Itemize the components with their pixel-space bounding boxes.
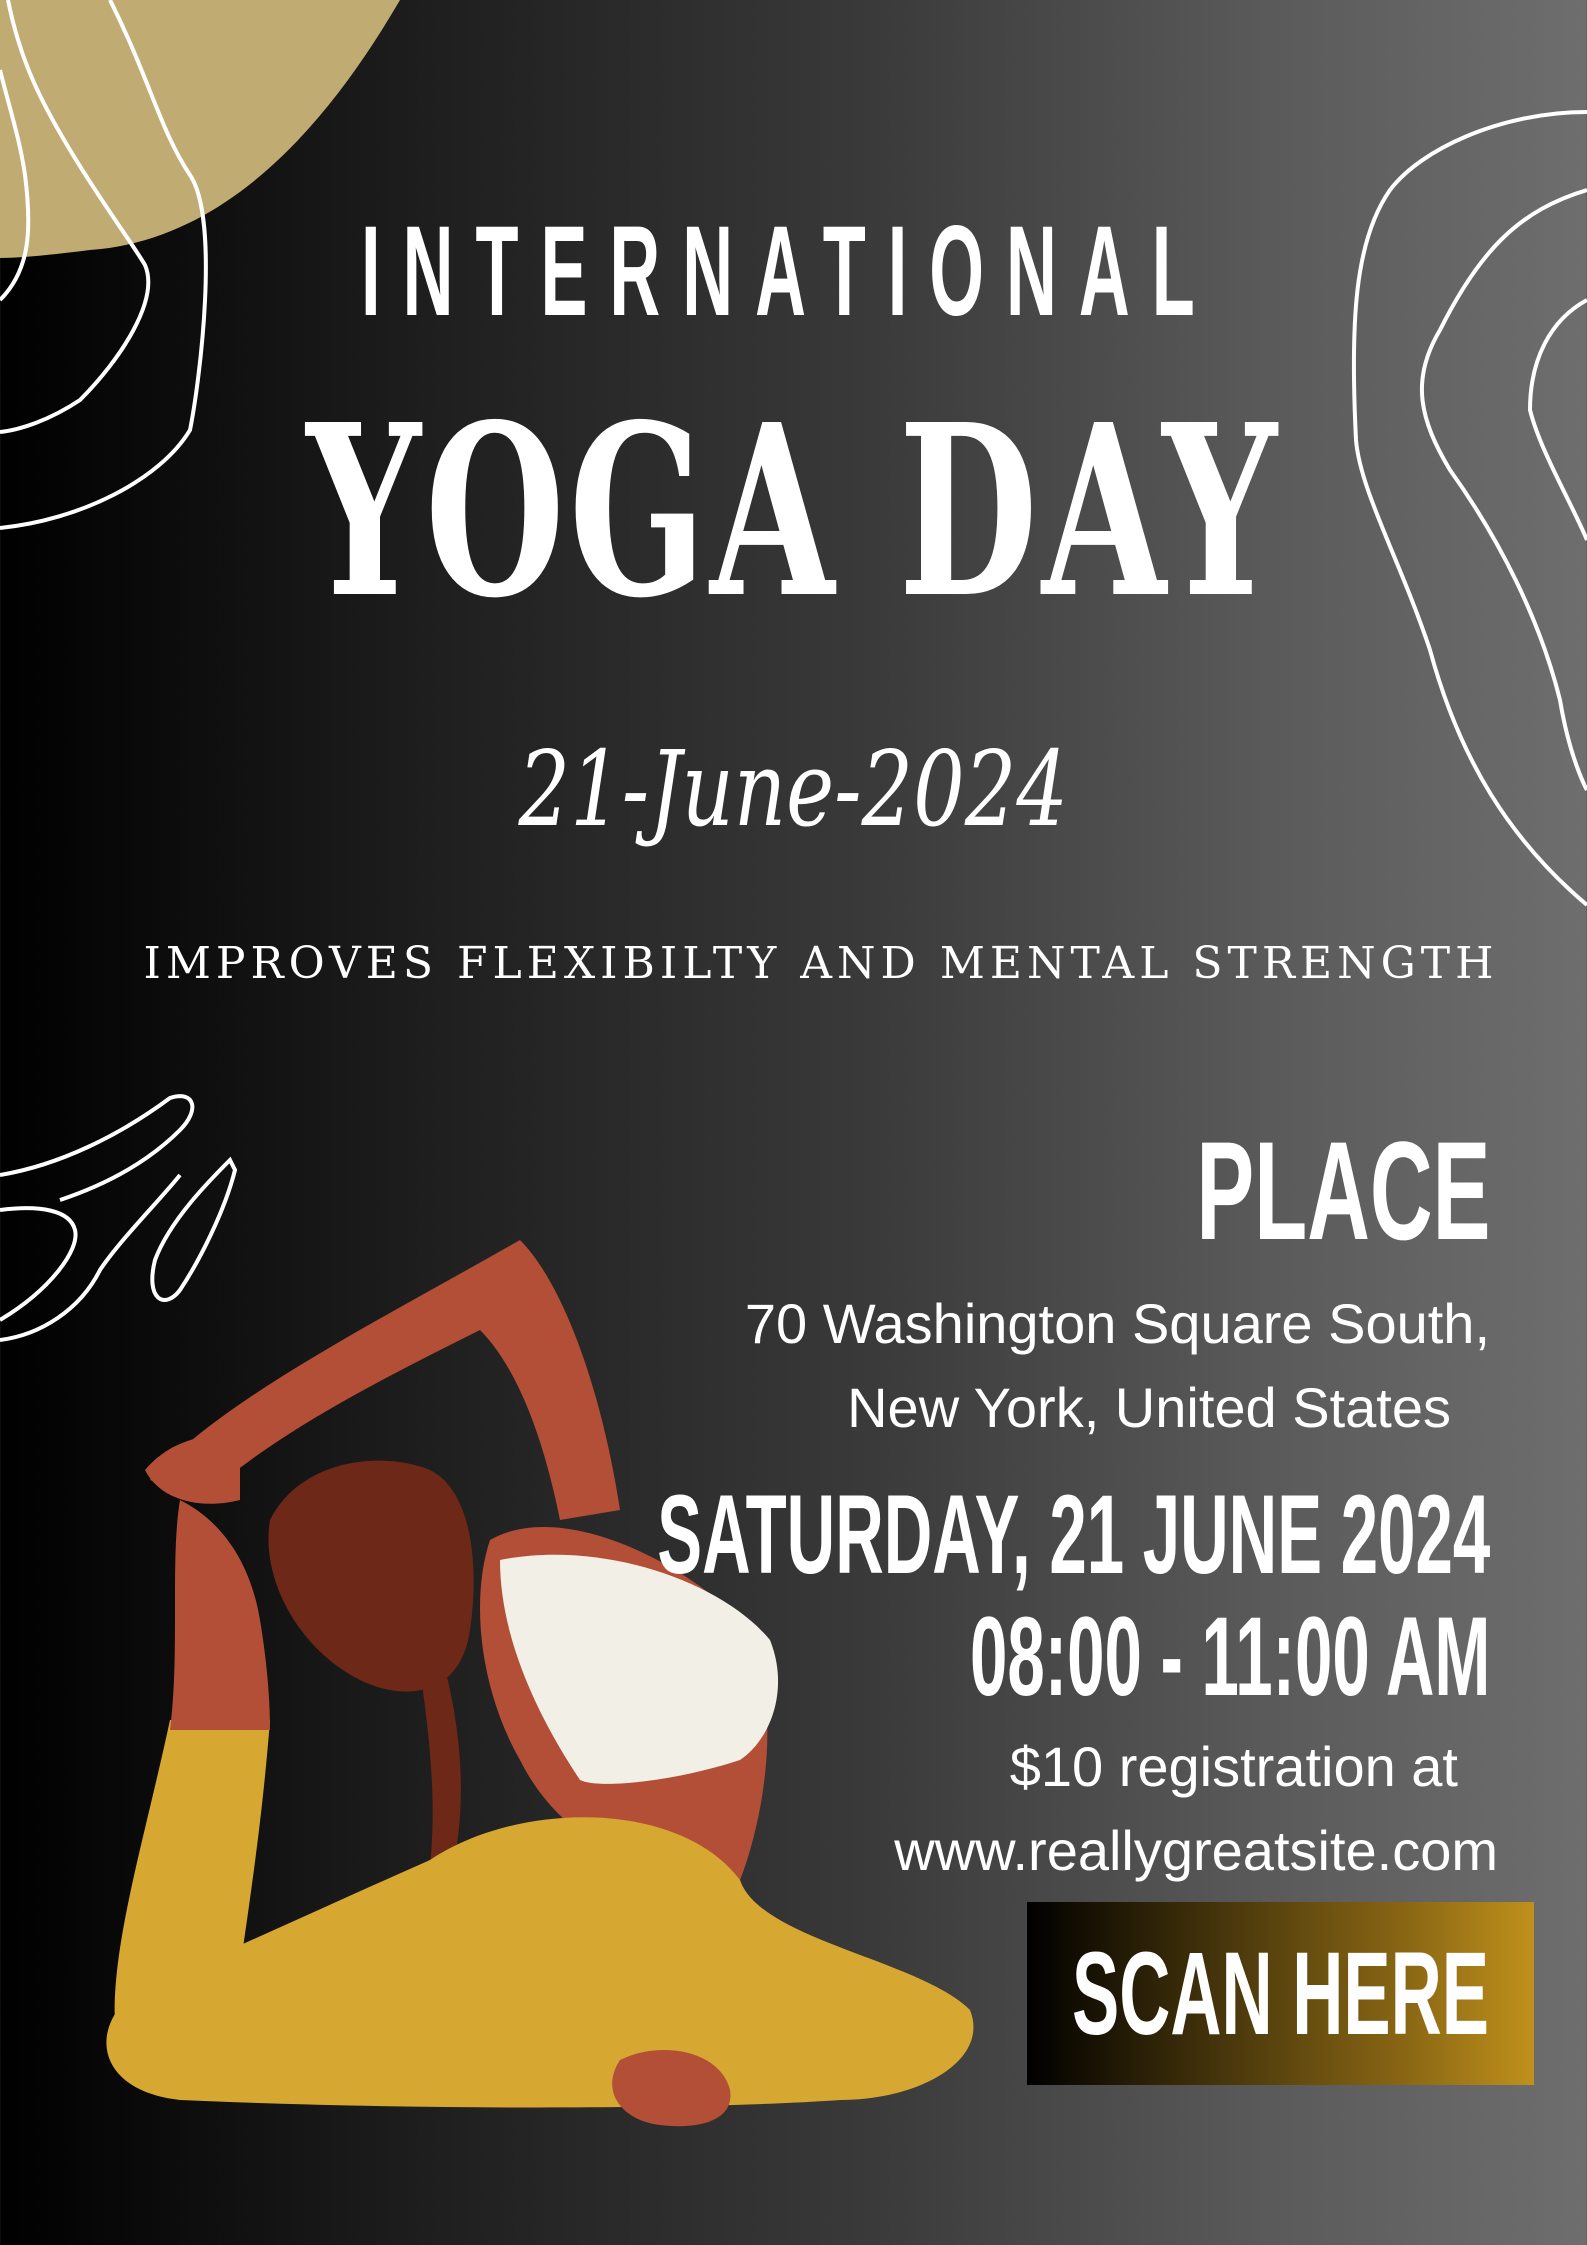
tagline: IMPROVES FLEXIBILTY AND MENTAL STRENGTH <box>143 938 1499 989</box>
registration-price: $10 registration at <box>1009 1735 1458 1798</box>
heading-international: INTERNATIONAL <box>0 198 1587 345</box>
script-date: 21-June-2024 <box>0 728 1587 850</box>
address-line-2: New York, United States <box>847 1376 1451 1439</box>
event-date-text: SATURDAY, 21 JUNE 2024 <box>657 1472 1490 1597</box>
place-label-text: PLACE <box>1195 1112 1490 1269</box>
scan-here-button[interactable]: SCAN HERE <box>1027 1902 1534 2085</box>
address: 70 Washington Square South, New York, Un… <box>745 1282 1490 1450</box>
place-label: PLACE <box>1016 1110 1490 1272</box>
script-date-text: 21-June-2024 <box>518 728 1069 850</box>
address-line-1: 70 Washington Square South, <box>744 1292 1490 1355</box>
event-time-text: 08:00 - 11:00 AM <box>969 1594 1490 1719</box>
event-date: SATURDAY, 21 JUNE 2024 <box>102 1470 1490 1599</box>
heading-yoga-day: YOGA DAY <box>0 372 1587 650</box>
heading-international-text: INTERNATIONAL <box>360 200 1217 343</box>
registration-url[interactable]: www.reallygreatsite.com <box>0 1809 1498 1893</box>
heading-yoga-day-text: YOGA DAY <box>306 372 1281 650</box>
registration-info: $10 registration at www.reallygreatsite.… <box>0 1725 1587 1893</box>
event-time: 08:00 - 11:00 AM <box>623 1592 1490 1721</box>
scan-here-label: SCAN HERE <box>1072 1927 1490 2060</box>
